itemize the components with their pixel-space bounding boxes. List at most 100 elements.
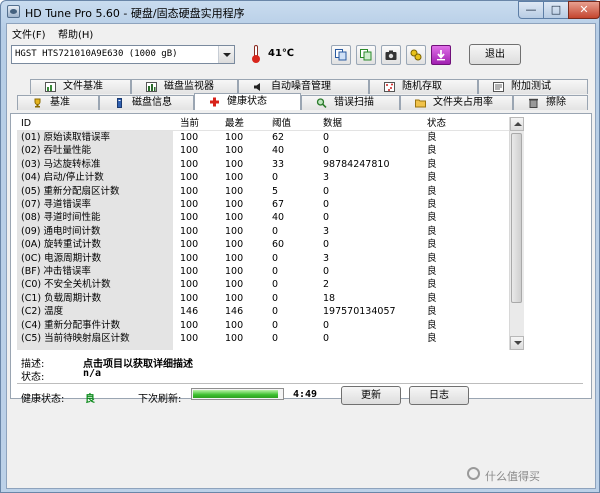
drive-select[interactable]: HGST HTS721010A9E630 (1000 gB) xyxy=(11,45,235,64)
cell-current: 100 xyxy=(180,333,199,344)
maximize-button[interactable]: □ xyxy=(543,1,569,19)
table-row[interactable]: (C1) 负载周期计数 100 100 0 18 良 xyxy=(17,292,509,305)
cell-status: 良 xyxy=(427,199,437,210)
cell-threshold: 33 xyxy=(272,158,285,170)
cell-worst: 100 xyxy=(225,333,244,344)
cell-data: 197570134057 xyxy=(323,306,396,318)
tab-folder-usage[interactable]: 文件夹占用率 xyxy=(400,95,513,110)
cell-data: 3 xyxy=(323,225,330,237)
refresh-button[interactable]: 更新 xyxy=(341,386,401,405)
table-row[interactable]: (02) 吞吐量性能 100 100 40 0 良 xyxy=(17,144,509,157)
cell-threshold: 5 xyxy=(272,185,279,197)
cell-current: 100 xyxy=(180,279,199,291)
cell-status: 良 xyxy=(427,292,437,304)
tab-benchmark[interactable]: 基准 xyxy=(17,95,99,110)
cell-id: (C2) 温度 xyxy=(21,306,64,318)
health-status-value: 良 xyxy=(85,394,95,405)
scroll-down-icon[interactable] xyxy=(510,336,524,350)
screenshot-button[interactable] xyxy=(381,45,401,65)
cell-status: 良 xyxy=(427,239,437,251)
status-value: n/a xyxy=(83,368,102,379)
table-row[interactable]: (03) 马达旋转标准 100 100 33 98784247810 良 xyxy=(17,158,509,171)
cell-data: 2 xyxy=(323,279,330,291)
table-scrollbar[interactable] xyxy=(509,117,524,350)
benchmark-icon xyxy=(34,98,41,108)
exit-button[interactable]: 退出 xyxy=(469,44,521,65)
tab-health[interactable]: 健康状态 xyxy=(194,93,301,110)
cell-status: 良 xyxy=(427,185,437,197)
table-row[interactable]: (C2) 温度 146 146 0 197570134057 良 xyxy=(17,305,509,318)
copy-info-button[interactable] xyxy=(331,45,351,65)
tab-random-access[interactable]: 随机存取 xyxy=(369,79,478,94)
refresh-countdown: 4:49 xyxy=(293,389,318,400)
minimize-button[interactable]: — xyxy=(518,1,544,19)
cell-current: 100 xyxy=(180,225,199,237)
tab-disk-monitor[interactable]: 磁盘监视器 xyxy=(131,79,238,94)
tab-error-scan[interactable]: 错误扫描 xyxy=(301,95,400,110)
header-threshold[interactable]: 阈值 xyxy=(272,117,291,130)
close-button[interactable]: ✕ xyxy=(568,1,600,19)
save-button[interactable] xyxy=(431,45,451,65)
scroll-up-icon[interactable] xyxy=(510,117,524,131)
cell-status: 良 xyxy=(427,212,437,224)
table-row[interactable]: (C0) 不安全关机计数 100 100 0 2 良 xyxy=(17,278,509,291)
table-row[interactable]: (07) 寻道错误率 100 100 67 0 良 xyxy=(17,198,509,211)
cell-id: (02) 吞吐量性能 xyxy=(21,145,92,157)
cell-threshold: 0 xyxy=(272,279,279,291)
tab-extra-tests[interactable]: 附加测试 xyxy=(478,79,588,94)
table-row[interactable]: (BF) 冲击错误率 100 100 0 0 良 xyxy=(17,265,509,278)
tab-disk-info[interactable]: 磁盘信息 xyxy=(99,95,194,110)
smart-table[interactable]: ID 当前 最差 阈值 数据 状态 (01) 原始读取错误率 100 100 62 0 良… xyxy=(17,117,509,350)
cell-id: (01) 原始读取错误率 xyxy=(21,132,111,143)
copy-all-icon xyxy=(360,49,372,61)
cell-id: (03) 马达旋转标准 xyxy=(21,158,101,170)
header-id[interactable]: ID xyxy=(21,117,171,130)
table-row[interactable]: (0A) 旋转重试计数 100 100 60 0 良 xyxy=(17,238,509,251)
menu-file[interactable]: 文件(F) xyxy=(12,26,46,41)
tab-noise-management[interactable]: 自动噪音管理 xyxy=(238,79,369,94)
health-status-label: 健康状态: xyxy=(21,394,65,405)
title-bar[interactable]: HD Tune Pro 5.60 - 硬盘/固态硬盘实用程序 — □ ✕ xyxy=(1,1,600,23)
cell-id: (C1) 负载周期计数 xyxy=(21,292,102,304)
file-benchmark-icon xyxy=(45,82,56,92)
tab-label: 擦除 xyxy=(546,97,566,108)
cell-current: 100 xyxy=(180,252,199,264)
trash-icon xyxy=(529,98,538,108)
cell-data: 0 xyxy=(323,145,330,157)
cell-threshold: 0 xyxy=(272,266,279,277)
copy-all-button[interactable] xyxy=(356,45,376,65)
header-status[interactable]: 状态 xyxy=(427,117,446,130)
cell-worst: 100 xyxy=(225,185,244,197)
cell-data: 0 xyxy=(323,132,330,143)
header-worst[interactable]: 最差 xyxy=(225,117,244,130)
table-row[interactable]: (05) 重新分配扇区计数 100 100 5 0 良 xyxy=(17,185,509,198)
cell-worst: 100 xyxy=(225,212,244,224)
tab-label: 健康状态 xyxy=(227,96,267,107)
cell-data: 18 xyxy=(323,292,336,304)
scroll-thumb[interactable] xyxy=(511,133,522,303)
cell-worst: 146 xyxy=(225,306,244,318)
cell-status: 良 xyxy=(427,266,437,277)
log-button[interactable]: 日志 xyxy=(409,386,469,405)
cell-threshold: 0 xyxy=(272,252,279,264)
tab-erase[interactable]: 擦除 xyxy=(513,95,588,110)
header-current[interactable]: 当前 xyxy=(180,117,199,130)
table-row[interactable]: (C5) 当前待映射扇区计数 100 100 0 0 良 xyxy=(17,332,509,345)
cell-data: 0 xyxy=(323,333,330,344)
options-button[interactable] xyxy=(406,45,426,65)
table-row[interactable]: (08) 寻道时间性能 100 100 40 0 良 xyxy=(17,211,509,224)
table-row[interactable]: (01) 原始读取错误率 100 100 62 0 良 xyxy=(17,131,509,144)
refresh-progress-bar xyxy=(191,388,284,400)
tab-label: 磁盘监视器 xyxy=(164,81,214,92)
cell-status: 良 xyxy=(427,306,437,318)
menu-help[interactable]: 帮助(H) xyxy=(58,26,93,41)
table-row[interactable]: (04) 启动/停止计数 100 100 0 3 良 xyxy=(17,171,509,184)
table-row[interactable]: (C4) 重新分配事件计数 100 100 0 0 良 xyxy=(17,319,509,332)
app-window: HD Tune Pro 5.60 - 硬盘/固态硬盘实用程序 — □ ✕ 文件(… xyxy=(0,0,600,493)
table-row[interactable]: (09) 通电时间计数 100 100 0 3 良 xyxy=(17,225,509,238)
cell-data: 0 xyxy=(323,266,330,277)
table-row[interactable]: (0C) 电源周期计数 100 100 0 3 良 xyxy=(17,252,509,265)
tab-file-benchmark[interactable]: 文件基准 xyxy=(30,79,131,94)
chevron-down-icon[interactable] xyxy=(218,46,234,63)
header-data[interactable]: 数据 xyxy=(323,117,342,130)
